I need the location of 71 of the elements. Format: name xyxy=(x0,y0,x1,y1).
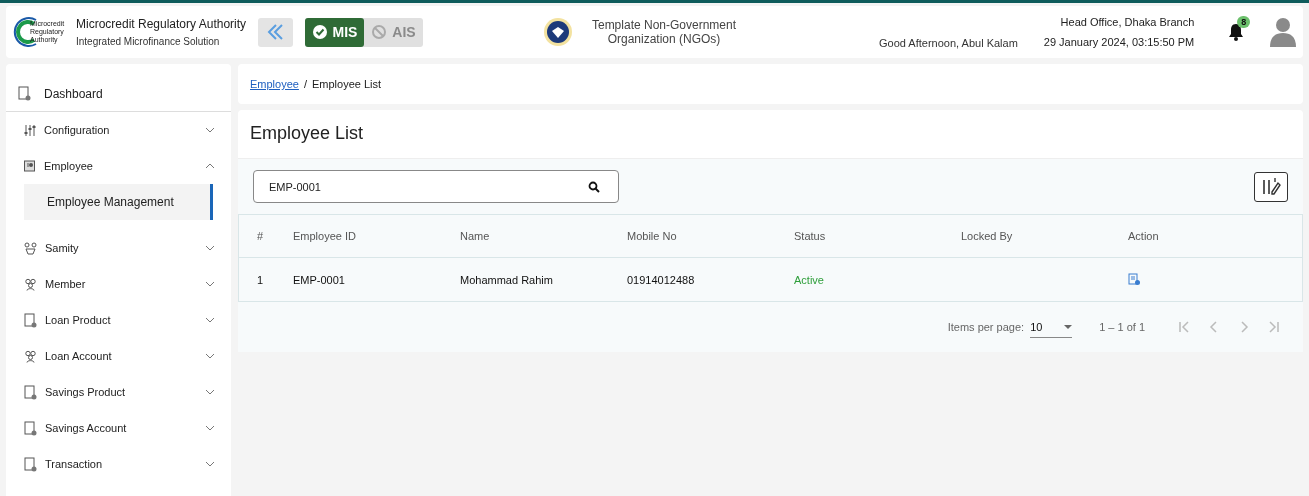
people-icon xyxy=(24,277,37,291)
page-range: 1 – 1 of 1 xyxy=(1099,321,1145,333)
sidebar-item[interactable]: Loan Product xyxy=(6,302,231,338)
column-header: Employee ID xyxy=(293,230,357,242)
blocked-icon xyxy=(371,24,388,40)
org-name: Microcredit Regulatory Authority xyxy=(76,17,248,31)
columns-edit-icon xyxy=(1260,176,1282,197)
dropdown-caret-icon xyxy=(1064,324,1073,329)
page-size-select[interactable]: 10 xyxy=(1030,316,1073,338)
document-icon xyxy=(24,312,37,328)
sidebar-label: Member xyxy=(45,278,87,290)
avatar-icon[interactable] xyxy=(1270,17,1297,47)
column-header: Locked By xyxy=(961,230,1014,242)
breadcrumb-separator: / xyxy=(303,78,307,90)
view-document-icon[interactable] xyxy=(1128,273,1141,286)
sidebar-item[interactable]: Member xyxy=(6,266,231,302)
table-cell-text: 1 xyxy=(257,273,265,286)
id-card-icon xyxy=(24,160,36,172)
document-icon xyxy=(18,86,31,101)
sidebar-label: Samity xyxy=(45,242,80,254)
sidebar-item[interactable]: Transaction xyxy=(6,446,231,482)
document-icon xyxy=(24,456,37,472)
last-page-icon xyxy=(1267,320,1281,334)
items-per-page-label: Items per page: xyxy=(947,321,1025,333)
breadcrumb-current: Employee List xyxy=(312,78,382,90)
greeting-text: Good Afternoon, Abul Kalam xyxy=(879,37,1018,49)
table-cell-text: EMP-0001 xyxy=(293,273,346,286)
document-icon xyxy=(24,420,37,436)
sliders-icon xyxy=(24,123,36,137)
double-chevron-icon xyxy=(265,24,286,40)
search-icon xyxy=(588,180,600,193)
table-cell-text: 01914012488 xyxy=(627,273,696,286)
sidebar-label: Dashboard xyxy=(44,86,103,101)
check-circle-icon xyxy=(311,24,328,40)
sidebar-item[interactable]: Samity xyxy=(6,230,231,266)
group-icon xyxy=(24,241,37,255)
sidebar-item[interactable]: Employee xyxy=(6,148,231,184)
branch-name: Head Office, Dhaka Branch xyxy=(1060,16,1195,28)
column-header: Mobile No xyxy=(627,230,678,242)
collapse-button[interactable] xyxy=(258,17,293,47)
sidebar-label: Employee xyxy=(44,160,94,172)
submenu-item[interactable]: Employee Management xyxy=(24,184,213,220)
sidebar-label: Transaction xyxy=(45,458,104,470)
sidebar-item[interactable]: Configuration xyxy=(6,112,231,148)
sidebar-item[interactable]: Loan Account xyxy=(6,338,231,374)
table-cell-text: Mohammad Rahim xyxy=(460,273,554,286)
column-header: Status xyxy=(794,230,827,242)
first-page-icon xyxy=(1177,320,1191,334)
date-time: 29 January 2024, 03:15:50 PM xyxy=(1043,36,1195,48)
breadcrumb-link[interactable]: Employee xyxy=(250,78,299,90)
sidebar-label: Savings Account xyxy=(45,422,128,434)
sidebar-label: Savings Product xyxy=(45,386,127,398)
status-text: Active xyxy=(794,273,825,286)
bell-icon[interactable] xyxy=(1228,23,1245,41)
people-icon xyxy=(24,349,37,363)
module-tab[interactable]: MIS xyxy=(305,17,364,47)
sidebar-label: Loan Product xyxy=(45,314,112,326)
seal-icon xyxy=(543,17,573,47)
sidebar-label: Loan Account xyxy=(45,350,113,362)
search-field[interactable]: EMP-0001 xyxy=(253,170,619,203)
column-header: # xyxy=(257,230,265,242)
organization-name: Template Non-Government Organization (NGOs) xyxy=(590,18,738,46)
notification-badge: 8 xyxy=(1237,16,1251,28)
column-settings-button[interactable] xyxy=(1254,171,1288,202)
column-header: Name xyxy=(460,230,491,242)
org-subtitle: Integrated Microfinance Solution xyxy=(76,36,221,47)
sidebar-item[interactable]: Savings Account xyxy=(6,410,231,446)
sidebar-label: Configuration xyxy=(44,124,111,136)
sidebar-item[interactable]: Savings Product xyxy=(6,374,231,410)
column-header: Action xyxy=(1128,230,1160,242)
document-icon xyxy=(24,384,37,400)
